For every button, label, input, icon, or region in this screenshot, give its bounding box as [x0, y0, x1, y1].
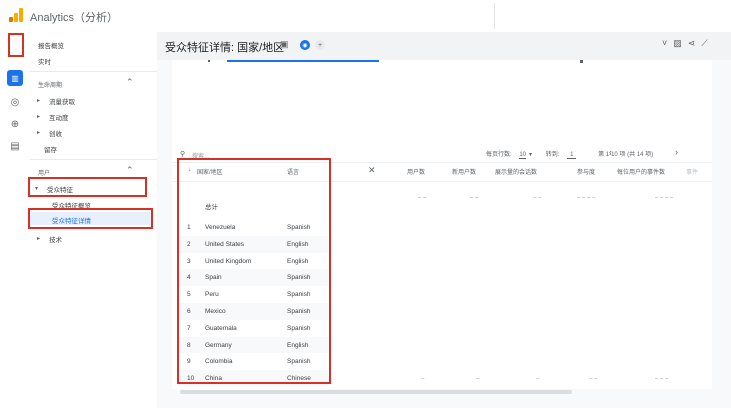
- search-icon[interactable]: ⚲: [180, 150, 185, 158]
- explore-icon[interactable]: ◎: [7, 94, 23, 110]
- total-value: – – – –: [577, 195, 596, 201]
- cell-value: –: [421, 376, 425, 382]
- compare-badge-icon[interactable]: ◉: [300, 40, 310, 50]
- page-title: 受众特征详情: 国家/地区: [165, 42, 285, 54]
- highlight-box-table: [177, 158, 331, 384]
- caret-right-icon: ▸: [37, 130, 41, 136]
- chart-marker: [580, 60, 583, 63]
- sidebar-item-acquisition[interactable]: 流量获取: [49, 96, 75, 106]
- sidebar-item-realtime[interactable]: 实时: [38, 56, 51, 66]
- top-search-box[interactable]: [494, 3, 731, 29]
- sidebar-item-engagement[interactable]: 互动度: [49, 112, 69, 122]
- sidebar-item-monetization[interactable]: 创收: [49, 128, 62, 138]
- prev-page-icon[interactable]: ‹: [609, 147, 616, 157]
- pagination: 每页行数: 10 ▾ 转到: 1 第 1-10 项 (共 14 项): [486, 149, 654, 159]
- chevron-up-icon[interactable]: ⌃: [126, 77, 134, 88]
- sidebar-heading-user: 用户: [38, 171, 51, 177]
- chart-area: [172, 60, 712, 146]
- highlight-box-details: [28, 208, 153, 229]
- sidebar-divider: [30, 159, 157, 160]
- goto-input[interactable]: 1: [567, 152, 577, 159]
- column-header-new-users[interactable]: 新用户数: [452, 167, 476, 176]
- rows-per-page-select[interactable]: 10: [519, 152, 527, 159]
- horizontal-scrollbar[interactable]: [180, 390, 572, 394]
- close-icon[interactable]: ✕: [368, 165, 376, 176]
- next-page-icon[interactable]: ›: [675, 147, 682, 157]
- pager-arrows: ‹ ›: [609, 147, 682, 157]
- total-value: – – – –: [655, 195, 674, 201]
- chevron-up-icon[interactable]: ⌃: [126, 165, 134, 176]
- caret-right-icon: ▸: [37, 236, 41, 242]
- cell-value: – –: [589, 376, 598, 382]
- doc-icon[interactable]: ▣: [280, 39, 289, 50]
- sidebar-heading-lifecycle: 生命周期: [38, 83, 63, 89]
- total-value: – –: [533, 195, 542, 201]
- chevron-down-icon[interactable]: ˅: [662, 38, 673, 48]
- add-comparison-icon[interactable]: +: [315, 40, 325, 50]
- column-header-sessions[interactable]: 展示量的会话数: [495, 167, 537, 176]
- customize-icon[interactable]: ▨: [673, 38, 688, 48]
- column-header-engagement[interactable]: 参与度: [577, 167, 595, 176]
- cell-value: –: [476, 376, 480, 382]
- sidebar-item-tech[interactable]: 技术: [49, 234, 62, 244]
- goto-label: 转到:: [545, 152, 560, 158]
- analytics-logo-icon: [9, 8, 23, 22]
- search-analytics-icon[interactable]: ⊕: [7, 116, 23, 132]
- highlight-box-demographics: [28, 177, 147, 197]
- sidebar-item-retention[interactable]: 留存: [44, 144, 57, 154]
- total-value: – –: [418, 195, 427, 201]
- cell-value: –: [536, 376, 540, 382]
- caret-right-icon: ▸: [37, 114, 41, 120]
- total-value: – –: [470, 195, 479, 201]
- rows-per-page-label: 每页行数:: [486, 152, 512, 158]
- caret-right-icon: ▸: [37, 98, 41, 104]
- chart-series-line: [227, 60, 379, 62]
- insights-icon[interactable]: ⟋: [701, 38, 713, 48]
- column-header-events-per-user[interactable]: 每位用户的事件数: [617, 167, 665, 176]
- column-header-users[interactable]: 用户数: [407, 167, 425, 176]
- sidebar-divider: [30, 71, 157, 72]
- chart-marker: [208, 60, 210, 62]
- bar-chart-icon[interactable]: ▥: [7, 70, 23, 86]
- list-icon[interactable]: ▤: [7, 138, 23, 154]
- nav-rail: ▥ ◎ ⊕ ▤: [0, 32, 30, 408]
- sidebar-item-overview[interactable]: 报告概览: [38, 40, 64, 50]
- cell-value: – – –: [655, 376, 669, 382]
- share-icon[interactable]: ⋖: [688, 38, 702, 48]
- header-actions: ˅▨⋖⟋: [662, 38, 714, 49]
- highlight-box-rail: [8, 33, 24, 57]
- app-title: Analytics（分析）: [30, 12, 119, 24]
- column-header-events[interactable]: 事件: [686, 167, 698, 176]
- page-info: 第 1-10 项 (共 14 项): [598, 152, 654, 158]
- dropdown-arrow-icon[interactable]: ▾: [529, 152, 532, 158]
